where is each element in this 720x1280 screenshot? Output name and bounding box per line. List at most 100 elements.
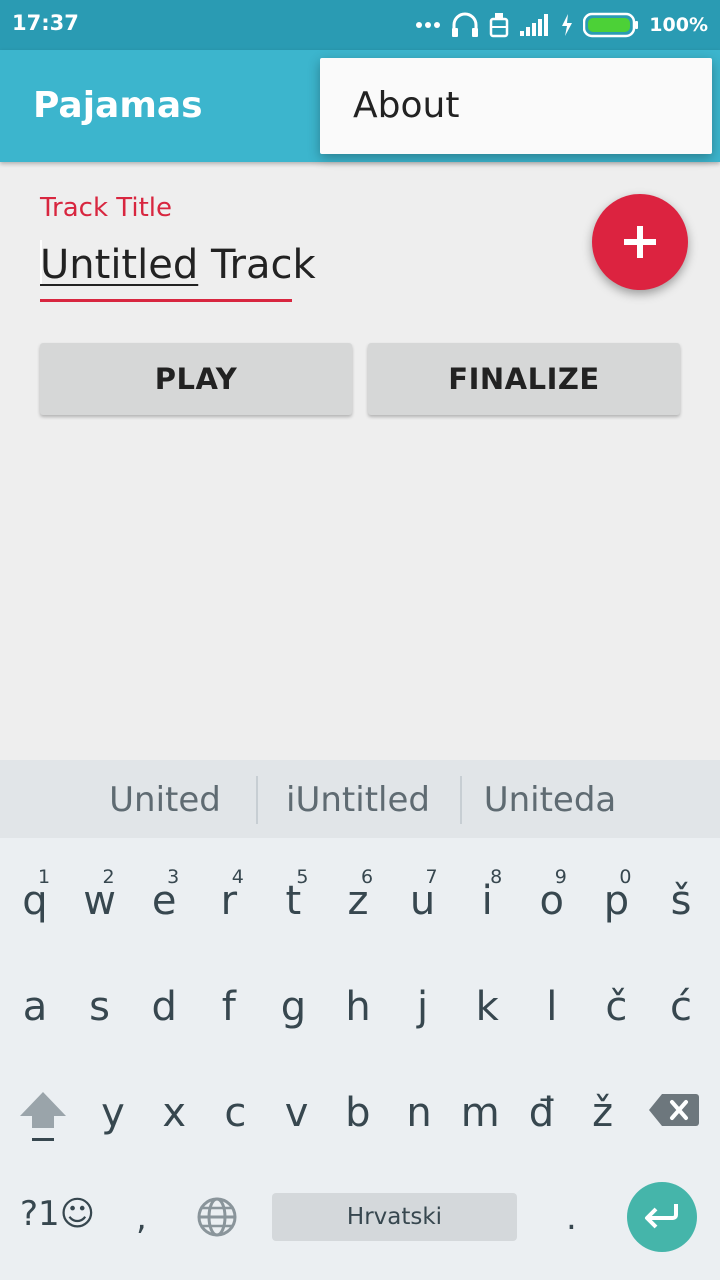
key-s[interactable]: s	[68, 954, 132, 1044]
track-title-rest: Track	[198, 242, 316, 288]
key-n[interactable]: n	[387, 1060, 451, 1150]
key-hint: 9	[554, 866, 567, 888]
key-y[interactable]: y	[81, 1060, 145, 1150]
menu-item-about[interactable]: About	[353, 85, 459, 126]
key-label: s	[89, 984, 111, 1030]
key-g[interactable]: g	[261, 954, 325, 1044]
dots-icon	[415, 21, 441, 29]
play-button[interactable]: PLAY	[40, 343, 352, 415]
language-key[interactable]	[196, 1196, 240, 1240]
key-label: đ	[528, 1090, 555, 1136]
alarm-icon	[489, 12, 509, 38]
track-title-value: Untitled Track	[40, 242, 316, 288]
shift-key[interactable]	[14, 1086, 72, 1150]
shift-icon	[14, 1092, 72, 1150]
key-label: b	[345, 1090, 371, 1136]
app-title: Pajamas	[33, 85, 203, 126]
key-h[interactable]: h	[326, 954, 390, 1044]
key-hint: 1	[37, 866, 51, 888]
key-label: y	[101, 1090, 125, 1136]
suggestion-divider	[460, 776, 462, 824]
globe-icon	[196, 1197, 238, 1242]
key-l[interactable]: l	[520, 954, 584, 1044]
key-label: š	[670, 878, 692, 924]
key-hint: 6	[360, 866, 374, 888]
key-k[interactable]: k	[455, 954, 519, 1044]
status-time: 17:37	[12, 11, 79, 35]
headphones-icon	[451, 12, 479, 38]
backspace-key[interactable]	[648, 1092, 704, 1132]
key-label: m	[460, 1090, 500, 1136]
key-i[interactable]: 8i	[455, 848, 519, 938]
status-icons: 100%	[415, 8, 708, 42]
composing-word: Untitled	[40, 242, 199, 288]
key-label: n	[406, 1090, 432, 1136]
key-label: l	[546, 984, 558, 1030]
track-title-input[interactable]: Untitled Track	[40, 240, 316, 302]
key-d[interactable]: d	[132, 954, 196, 1044]
key-label: č	[605, 984, 628, 1030]
key-p[interactable]: 0p	[584, 848, 648, 938]
key-š[interactable]: š	[649, 848, 713, 938]
key-v[interactable]: v	[265, 1060, 329, 1150]
key-b[interactable]: b	[326, 1060, 390, 1150]
suggestion-3[interactable]: Uniteda	[470, 780, 630, 820]
key-r[interactable]: 4r	[197, 848, 261, 938]
add-button[interactable]	[592, 194, 688, 290]
track-title-label: Track Title	[40, 193, 173, 223]
enter-key[interactable]	[627, 1182, 697, 1252]
key-hint: 4	[231, 866, 244, 888]
suggestion-divider	[256, 776, 258, 824]
key-x[interactable]: x	[142, 1060, 206, 1150]
key-z[interactable]: 6z	[326, 848, 390, 938]
key-label: v	[284, 1090, 309, 1136]
suggestion-1[interactable]: United	[84, 780, 246, 820]
key-m[interactable]: m	[448, 1060, 512, 1150]
key-hint: 7	[425, 866, 438, 888]
overflow-menu: About	[320, 58, 712, 154]
key-ž[interactable]: ž	[571, 1060, 635, 1150]
suggestion-strip: United iUntitled Uniteda	[0, 760, 720, 838]
key-label: ž	[592, 1090, 614, 1136]
key-e[interactable]: 3e	[132, 848, 196, 938]
key-label: d	[151, 984, 177, 1030]
key-label: k	[475, 984, 499, 1030]
key-đ[interactable]: đ	[509, 1060, 573, 1150]
key-w[interactable]: 2w	[68, 848, 132, 938]
key-c[interactable]: c	[203, 1060, 267, 1150]
key-u[interactable]: 7u	[391, 848, 455, 938]
period-key[interactable]: .	[566, 1198, 577, 1238]
key-hint: 0	[619, 866, 632, 888]
key-label: j	[417, 984, 429, 1030]
key-č[interactable]: č	[584, 954, 648, 1044]
status-bar: 17:37 100%	[0, 0, 720, 50]
battery-icon	[583, 12, 639, 38]
finalize-button[interactable]: FINALIZE	[368, 343, 680, 415]
comma-key[interactable]: ,	[136, 1198, 147, 1238]
suggestion-2[interactable]: iUntitled	[266, 780, 450, 820]
key-ć[interactable]: ć	[649, 954, 713, 1044]
key-f[interactable]: f	[197, 954, 261, 1044]
key-a[interactable]: a	[3, 954, 67, 1044]
key-q[interactable]: 1q	[3, 848, 67, 938]
charging-icon	[561, 14, 573, 36]
key-label: f	[221, 984, 236, 1030]
key-label: x	[162, 1090, 187, 1136]
key-t[interactable]: 5t	[261, 848, 325, 938]
key-label: ć	[670, 984, 692, 1030]
key-label: g	[280, 984, 307, 1030]
key-j[interactable]: j	[391, 954, 455, 1044]
key-hint: 2	[102, 866, 115, 888]
key-hint: 8	[490, 866, 503, 888]
key-o[interactable]: 9o	[520, 848, 584, 938]
key-label: c	[224, 1090, 247, 1136]
key-hint: 5	[296, 866, 309, 888]
keyboard: 1q2w3e4r5t6z7u8i9o0p š asdfghjk l čć yxcvbn…	[0, 838, 720, 1280]
space-key[interactable]: Hrvatski	[272, 1193, 517, 1241]
backspace-icon	[648, 1094, 700, 1132]
symbols-key[interactable]: ?1☺	[20, 1194, 95, 1234]
key-label: a	[22, 984, 48, 1030]
key-hint: 3	[167, 866, 180, 888]
key-label: h	[345, 984, 371, 1030]
signal-icon	[519, 13, 551, 37]
